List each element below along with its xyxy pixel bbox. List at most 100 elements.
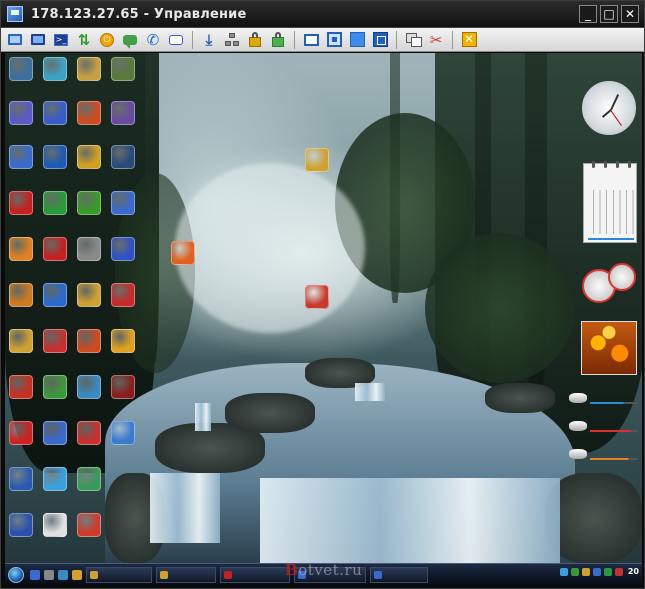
app-shortcut-icon	[77, 467, 101, 491]
close-session-button[interactable]: ✕	[459, 30, 479, 50]
drive-usage-bar	[590, 458, 638, 460]
desktop-icon-4[interactable]	[101, 57, 145, 81]
clock-gadget[interactable]	[582, 81, 636, 135]
desktop-icon-20[interactable]	[101, 237, 145, 261]
start-button[interactable]	[8, 566, 24, 583]
message-button[interactable]	[166, 30, 186, 50]
chat-button[interactable]	[120, 30, 140, 50]
fit-button[interactable]	[324, 30, 344, 50]
desktop-icon-21[interactable]	[161, 241, 205, 265]
tray-icon[interactable]	[581, 567, 590, 576]
toolbar-separator	[452, 30, 453, 49]
calendar-bar	[588, 238, 634, 240]
tray-icon[interactable]	[614, 567, 623, 576]
system-tray: 20	[557, 567, 639, 576]
tray-icon[interactable]	[559, 567, 568, 576]
drive-icon	[569, 393, 587, 403]
file-transfer-button[interactable]: ⇅	[74, 30, 94, 50]
calendar-gadget[interactable]	[583, 161, 637, 243]
desktop-icon-26[interactable]	[295, 148, 339, 172]
power-button[interactable]: ⏻	[97, 30, 117, 50]
app-shortcut-icon	[9, 513, 33, 537]
calendar-ring	[628, 161, 631, 168]
task-5[interactable]	[370, 566, 428, 583]
background-waterfall	[355, 383, 385, 401]
task-2[interactable]	[156, 566, 216, 583]
tray-clock[interactable]: 20	[628, 567, 639, 576]
network-icon	[225, 32, 239, 47]
desktop-icon-25[interactable]	[101, 283, 145, 307]
quicklaunch-icon[interactable]	[30, 569, 40, 580]
desktop-icon-45[interactable]	[67, 513, 111, 537]
tray-icon[interactable]	[603, 567, 612, 576]
cmd-button[interactable]: >_	[51, 30, 71, 50]
tools-icon: ✂	[429, 30, 443, 49]
quicklaunch-icon[interactable]	[44, 569, 54, 580]
slideshow-gadget[interactable]	[581, 321, 637, 375]
app-shortcut-icon	[171, 241, 195, 265]
download-button[interactable]: ⤓	[199, 30, 219, 50]
minimize-button[interactable]: _	[579, 5, 597, 23]
desktop-icon-35[interactable]	[101, 375, 145, 399]
app-shortcut-icon	[43, 145, 67, 169]
app-shortcut-icon	[9, 329, 33, 353]
app-shortcut-icon	[9, 237, 33, 261]
task-3[interactable]	[220, 566, 290, 583]
scale-button[interactable]	[370, 30, 390, 50]
unlock-icon	[272, 31, 284, 47]
app-shortcut-icon	[305, 285, 329, 309]
desktop-icon-12[interactable]	[101, 145, 145, 169]
drive-meter[interactable]	[569, 419, 639, 437]
lock-button[interactable]	[245, 30, 265, 50]
remote-desktop[interactable]	[5, 53, 642, 563]
app-shortcut-icon	[9, 101, 33, 125]
app-shortcut-icon	[111, 237, 135, 261]
desktop-icon-8[interactable]	[101, 101, 145, 125]
maximize-button[interactable]: □	[600, 5, 618, 23]
cpu-meter-gadget[interactable]	[582, 263, 638, 311]
app-shortcut-icon	[9, 191, 33, 215]
app-shortcut-icon	[111, 191, 135, 215]
app-shortcut-icon	[43, 57, 67, 81]
window-controls: _ □ ✕	[579, 5, 639, 23]
download-icon: ⤓	[205, 30, 213, 49]
tools-button[interactable]: ✂	[426, 30, 446, 50]
terminal-button[interactable]	[28, 30, 48, 50]
screen-button[interactable]	[5, 30, 25, 50]
close-session-icon: ✕	[461, 32, 477, 47]
window-mode-button[interactable]	[301, 30, 321, 50]
background-rock	[485, 383, 555, 413]
drive-meter[interactable]	[569, 447, 639, 465]
quicklaunch-icon[interactable]	[72, 569, 82, 580]
unlock-button[interactable]	[268, 30, 288, 50]
app-shortcut-icon	[43, 237, 67, 261]
desktop-icon-31[interactable]	[101, 329, 145, 353]
background-waterfall	[260, 478, 560, 563]
drive-meter[interactable]	[569, 391, 639, 409]
tray-icon[interactable]	[570, 567, 579, 576]
desktop-icon-16[interactable]	[101, 191, 145, 215]
app-shortcut-icon	[77, 57, 101, 81]
app-shortcut-icon	[77, 421, 101, 445]
app-shortcut-icon	[43, 421, 67, 445]
app-shortcut-icon	[111, 145, 135, 169]
desktop-icon-42[interactable]	[67, 467, 111, 491]
quicklaunch-icon[interactable]	[58, 569, 68, 580]
tray-icon[interactable]	[592, 567, 601, 576]
app-shortcut-icon	[111, 283, 135, 307]
toolbar-separator	[294, 30, 295, 49]
title-bar[interactable]: 178.123.27.65 - Управление _ □ ✕	[1, 1, 644, 28]
scale-icon	[372, 32, 388, 47]
phone-button[interactable]: ✆	[143, 30, 163, 50]
network-button[interactable]	[222, 30, 242, 50]
desktop-icon-27[interactable]	[295, 285, 339, 309]
copy-icon	[405, 33, 422, 47]
power-icon: ⏻	[100, 32, 114, 47]
desktop-icon-39[interactable]	[101, 421, 145, 445]
app-shortcut-icon	[9, 375, 33, 399]
close-button[interactable]: ✕	[621, 5, 639, 23]
fullscreen-button[interactable]	[347, 30, 367, 50]
drive-usage-bar	[590, 430, 638, 432]
task-1[interactable]	[86, 566, 152, 583]
copy-button[interactable]	[403, 30, 423, 50]
